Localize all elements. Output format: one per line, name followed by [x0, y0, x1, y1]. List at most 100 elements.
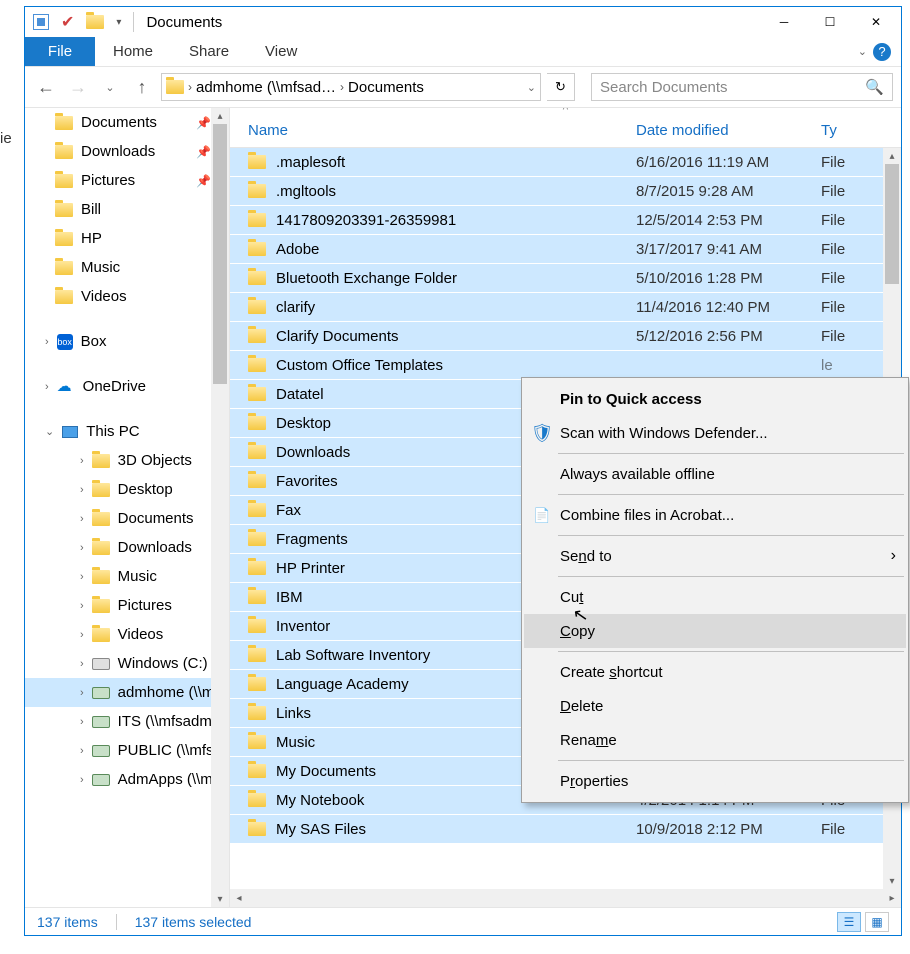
ctx-always-offline[interactable]: Always available offline — [524, 457, 906, 491]
nav-pc-child[interactable]: › Downloads — [25, 533, 229, 562]
nav-onedrive[interactable]: › ☁ OneDrive — [25, 372, 229, 401]
scroll-right-icon[interactable]: ▸ — [883, 893, 901, 904]
expand-icon[interactable]: › — [80, 455, 84, 467]
column-header-date[interactable]: Date modified — [636, 122, 821, 139]
ribbon-tab-share[interactable]: Share — [171, 37, 247, 66]
nav-pc-child[interactable]: › 3D Objects — [25, 446, 229, 475]
view-thumbnails-button[interactable]: ▦ — [865, 912, 889, 932]
scroll-down-icon[interactable]: ▾ — [211, 891, 229, 907]
ctx-create-shortcut[interactable]: Create shortcut — [524, 655, 906, 689]
nav-quick-item[interactable]: Bill — [25, 195, 229, 224]
close-button[interactable]: ✕ — [853, 7, 899, 37]
navigation-pane: Documents 📌 Downloads 📌 Pictures 📌 Bill … — [25, 108, 230, 907]
nav-pc-child[interactable]: › PUBLIC (\\mfsad — [25, 736, 229, 765]
submenu-arrow-icon: › — [891, 547, 896, 565]
up-button[interactable]: ↑ — [129, 74, 155, 100]
expand-icon[interactable]: › — [80, 774, 84, 786]
nav-pc-child[interactable]: › Music — [25, 562, 229, 591]
ctx-pin-quick-access[interactable]: Pin to Quick access — [524, 382, 906, 416]
nav-pc-child[interactable]: › Desktop — [25, 475, 229, 504]
onedrive-icon: ☁ — [57, 381, 75, 393]
qat-dropdown-icon[interactable]: ▾ — [116, 17, 121, 28]
file-row[interactable]: Custom Office Templates le — [230, 351, 901, 380]
nav-pc-child[interactable]: › Documents — [25, 504, 229, 533]
column-header-name[interactable]: Name — [248, 122, 636, 139]
view-details-button[interactable]: ☰ — [837, 912, 861, 932]
nav-pc-child[interactable]: › AdmApps (\\mfs — [25, 765, 229, 794]
file-row[interactable]: .mgltools 8/7/2015 9:28 AM File — [230, 177, 901, 206]
breadcrumb-part[interactable]: Documents — [348, 79, 424, 96]
scroll-thumb[interactable] — [885, 164, 899, 284]
file-tab[interactable]: File — [25, 37, 95, 66]
expand-icon[interactable]: › — [80, 658, 84, 670]
file-row[interactable]: 1417809203391-26359981 12/5/2014 2:53 PM… — [230, 206, 901, 235]
nav-quick-item[interactable]: Downloads 📌 — [25, 137, 229, 166]
ctx-delete[interactable]: Delete — [524, 689, 906, 723]
ribbon-collapse-icon[interactable]: ⌄ — [858, 45, 867, 58]
minimize-button[interactable]: ─ — [761, 7, 807, 37]
nav-scrollbar[interactable]: ▴ ▾ — [211, 108, 229, 907]
expand-icon[interactable]: › — [80, 716, 84, 728]
nav-quick-item[interactable]: Documents 📌 — [25, 108, 229, 137]
ctx-scan-defender[interactable]: 🛡 Scan with Windows Defender... — [524, 416, 906, 450]
ribbon-tab-home[interactable]: Home — [95, 37, 171, 66]
scroll-left-icon[interactable]: ◂ — [230, 893, 248, 904]
ribbon-tab-view[interactable]: View — [247, 37, 315, 66]
refresh-button[interactable]: ↻ — [547, 73, 575, 101]
ctx-send-to[interactable]: Send to › — [524, 539, 906, 573]
file-row[interactable]: Adobe 3/17/2017 9:41 AM File — [230, 235, 901, 264]
nav-quick-item[interactable]: HP — [25, 224, 229, 253]
scroll-thumb[interactable] — [213, 124, 227, 384]
expand-icon[interactable]: › — [80, 745, 84, 757]
file-row[interactable]: Clarify Documents 5/12/2016 2:56 PM File — [230, 322, 901, 351]
qat-folder-icon[interactable] — [86, 15, 104, 29]
nav-pc-child[interactable]: › ITS (\\mfsadm1\ — [25, 707, 229, 736]
scroll-up-icon[interactable]: ▴ — [883, 148, 901, 164]
nav-quick-item[interactable]: Pictures 📌 — [25, 166, 229, 195]
expand-icon[interactable]: › — [80, 484, 84, 496]
breadcrumb[interactable]: › admhome (\\mfsad… › Documents ⌄ — [161, 73, 541, 101]
file-row[interactable]: clarify 11/4/2016 12:40 PM File — [230, 293, 901, 322]
column-header-type[interactable]: Ty — [821, 122, 901, 139]
nav-pc-child[interactable]: › admhome (\\mfs — [25, 678, 229, 707]
file-row[interactable]: Bluetooth Exchange Folder 5/10/2016 1:28… — [230, 264, 901, 293]
nav-pc-child[interactable]: › Videos — [25, 620, 229, 649]
qat-properties-icon[interactable] — [33, 14, 49, 30]
nav-label: Music — [118, 568, 157, 585]
ctx-properties[interactable]: Properties — [524, 764, 906, 798]
chevron-right-icon[interactable]: › — [186, 80, 194, 94]
expand-icon[interactable]: › — [80, 542, 84, 554]
nav-this-pc[interactable]: ⌄ This PC — [25, 417, 229, 446]
expand-icon[interactable]: › — [80, 687, 84, 699]
scroll-up-icon[interactable]: ▴ — [211, 108, 229, 124]
nav-pc-child[interactable]: › Pictures — [25, 591, 229, 620]
nav-pc-child[interactable]: › Windows (C:) — [25, 649, 229, 678]
chevron-right-icon[interactable]: › — [338, 80, 346, 94]
expand-icon[interactable]: › — [45, 381, 49, 393]
collapse-icon[interactable]: ⌄ — [45, 425, 54, 438]
breadcrumb-part[interactable]: admhome (\\mfsad… — [196, 79, 336, 96]
expand-icon[interactable]: › — [45, 336, 49, 348]
file-row[interactable]: My SAS Files 10/9/2018 2:12 PM File — [230, 815, 901, 844]
horizontal-scrollbar[interactable]: ◂ ▸ — [230, 889, 901, 907]
ctx-rename[interactable]: Rename — [524, 723, 906, 757]
expand-icon[interactable]: › — [80, 571, 84, 583]
nav-quick-item[interactable]: Music — [25, 253, 229, 282]
expand-icon[interactable]: › — [80, 600, 84, 612]
nav-label: Pictures — [81, 172, 135, 189]
expand-icon[interactable]: › — [80, 629, 84, 641]
search-input[interactable]: Search Documents 🔍 — [591, 73, 893, 101]
scroll-down-icon[interactable]: ▾ — [883, 873, 901, 889]
file-row[interactable]: .maplesoft 6/16/2016 11:19 AM File — [230, 148, 901, 177]
forward-button[interactable]: → — [65, 74, 91, 100]
nav-box[interactable]: › box Box — [25, 327, 229, 356]
expand-icon[interactable]: › — [80, 513, 84, 525]
qat-check-icon[interactable]: ✔ — [61, 12, 74, 32]
help-icon[interactable]: ? — [873, 43, 891, 61]
history-dropdown-icon[interactable]: ⌄ — [97, 74, 123, 100]
ctx-combine-acrobat[interactable]: 📄 Combine files in Acrobat... — [524, 498, 906, 532]
breadcrumb-dropdown-icon[interactable]: ⌄ — [527, 81, 536, 94]
nav-quick-item[interactable]: Videos — [25, 282, 229, 311]
back-button[interactable]: ← — [33, 74, 59, 100]
maximize-button[interactable]: ☐ — [807, 7, 853, 37]
